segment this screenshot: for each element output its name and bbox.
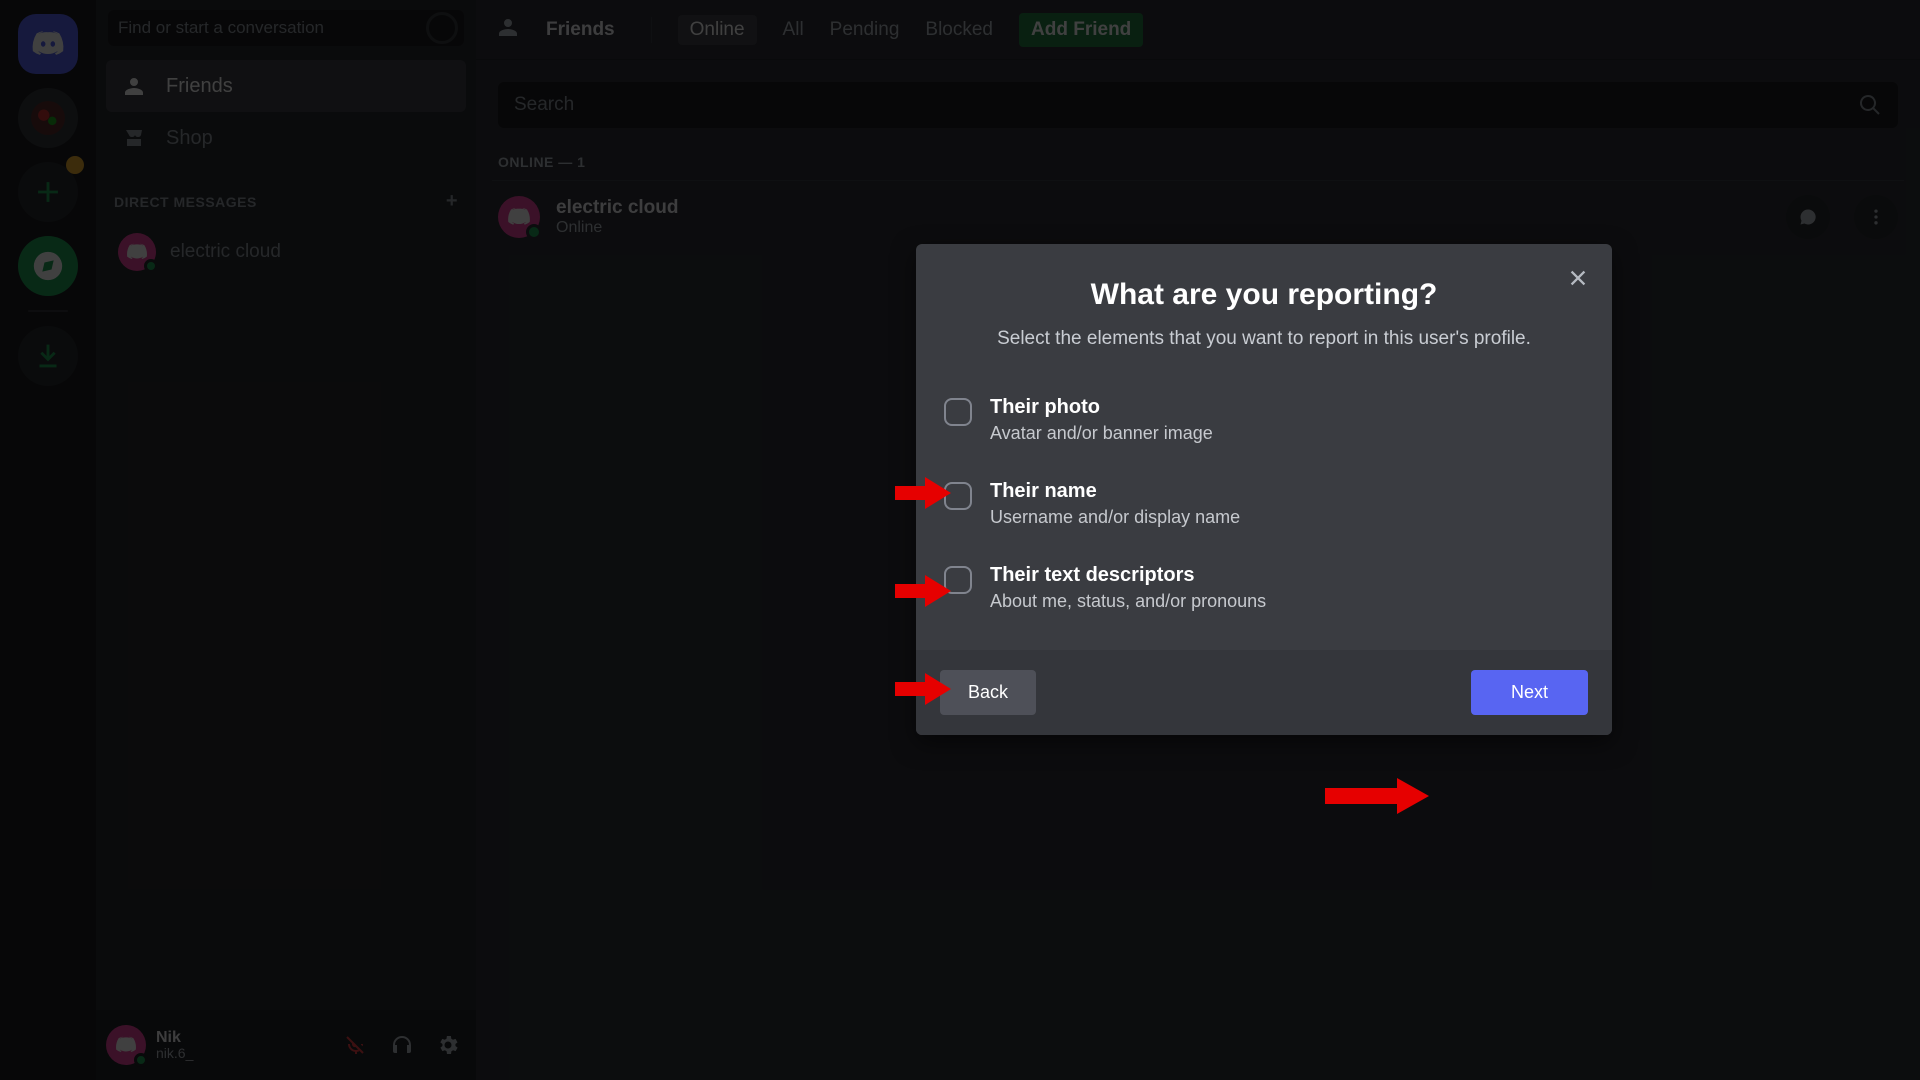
option-title: Their text descriptors [990,564,1266,587]
option-desc: Username and/or display name [990,507,1240,528]
close-button[interactable] [1562,262,1594,294]
option-desc: About me, status, and/or pronouns [990,591,1266,612]
report-option-text[interactable]: Their text descriptors About me, status,… [938,546,1590,630]
modal-footer: Back Next [916,650,1612,735]
option-desc: Avatar and/or banner image [990,423,1213,444]
option-title: Their name [990,480,1240,503]
checkbox[interactable] [944,566,972,594]
modal-header: What are you reporting? Select the eleme… [916,244,1612,372]
close-icon [1567,267,1589,289]
report-modal: What are you reporting? Select the eleme… [916,244,1612,735]
app-root: Find or start a conversation Friends Sho… [0,0,1920,1080]
report-option-photo[interactable]: Their photo Avatar and/or banner image [938,378,1590,462]
checkbox[interactable] [944,398,972,426]
modal-title: What are you reporting? [946,278,1582,312]
option-title: Their photo [990,396,1213,419]
modal-body: Their photo Avatar and/or banner image T… [916,372,1612,650]
checkbox[interactable] [944,482,972,510]
modal-subtitle: Select the elements that you want to rep… [946,326,1582,352]
back-button[interactable]: Back [940,670,1036,715]
next-button[interactable]: Next [1471,670,1588,715]
report-option-name[interactable]: Their name Username and/or display name [938,462,1590,546]
